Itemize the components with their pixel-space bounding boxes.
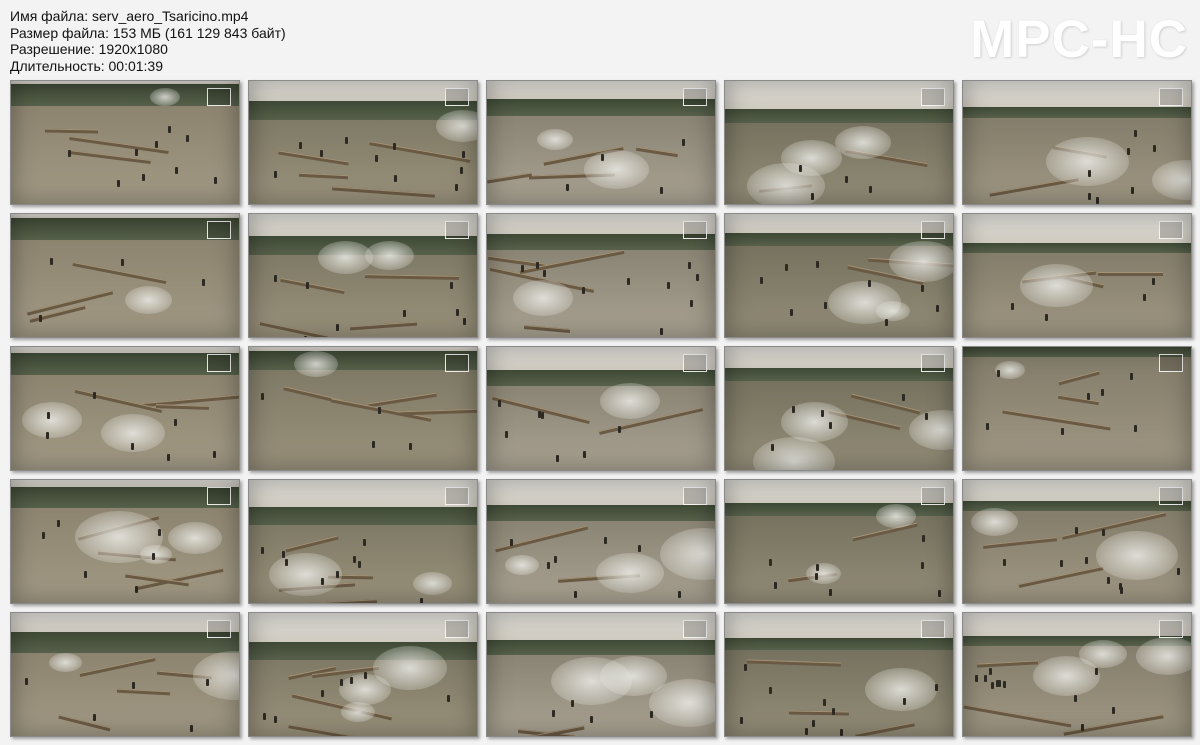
video-thumbnail [10, 346, 240, 471]
video-thumbnail [248, 612, 478, 737]
file-info: Имя файла: serv_aero_Tsaricino.mp4 Разме… [10, 8, 286, 74]
vignette [11, 81, 239, 204]
vignette [11, 214, 239, 337]
vignette [11, 613, 239, 736]
video-thumbnail [724, 80, 954, 205]
video-thumbnail [248, 479, 478, 604]
vignette [487, 347, 715, 470]
video-thumbnail [248, 80, 478, 205]
video-thumbnail [486, 612, 716, 737]
vignette [725, 613, 953, 736]
duration-line: Длительность: 00:01:39 [10, 57, 164, 74]
video-thumbnail [962, 346, 1192, 471]
video-thumbnail [724, 479, 954, 604]
vignette [487, 613, 715, 736]
vignette [11, 347, 239, 470]
video-thumbnail [962, 213, 1192, 338]
video-thumbnail [962, 80, 1192, 205]
video-thumbnail [724, 346, 954, 471]
vignette [725, 81, 953, 204]
vignette [487, 214, 715, 337]
thumbnail-grid [10, 80, 1192, 737]
video-thumbnail [248, 346, 478, 471]
video-thumbnail [486, 213, 716, 338]
mpc-hc-logo: MPC-HC [970, 10, 1188, 69]
vignette [249, 214, 477, 337]
vignette [725, 480, 953, 603]
video-thumbnail [10, 80, 240, 205]
video-thumbnail [10, 479, 240, 604]
vignette [249, 347, 477, 470]
vignette [725, 347, 953, 470]
video-thumbnail [962, 612, 1192, 737]
vignette [963, 613, 1191, 736]
thumbnail-sheet: Имя файла: serv_aero_Tsaricino.mp4 Разме… [0, 0, 1200, 745]
video-thumbnail [486, 346, 716, 471]
video-thumbnail [962, 479, 1192, 604]
filesize-line: Размер файла: 153 МБ (161 129 843 байт) [10, 24, 286, 41]
vignette [249, 81, 477, 204]
vignette [963, 480, 1191, 603]
filename-line: Имя файла: serv_aero_Tsaricino.mp4 [10, 8, 249, 24]
vignette [487, 81, 715, 204]
video-thumbnail [724, 612, 954, 737]
vignette [249, 613, 477, 736]
vignette [963, 214, 1191, 337]
vignette [963, 347, 1191, 470]
video-thumbnail [486, 479, 716, 604]
vignette [487, 480, 715, 603]
video-thumbnail [10, 213, 240, 338]
resolution-line: Разрешение: 1920x1080 [10, 41, 168, 57]
vignette [963, 81, 1191, 204]
video-thumbnail [248, 213, 478, 338]
vignette [249, 480, 477, 603]
video-thumbnail [486, 80, 716, 205]
vignette [725, 214, 953, 337]
vignette [11, 480, 239, 603]
video-thumbnail [10, 612, 240, 737]
video-thumbnail [724, 213, 954, 338]
